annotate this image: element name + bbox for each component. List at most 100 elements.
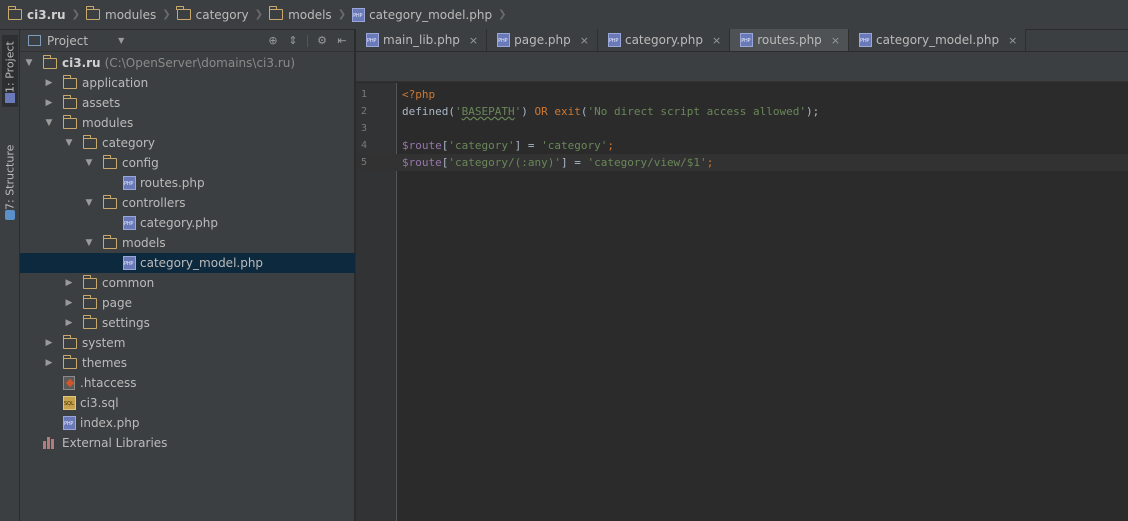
expand-arrow-icon[interactable]: ▼ bbox=[64, 133, 74, 153]
editor-tab[interactable]: routes.php × bbox=[730, 29, 850, 51]
project-panel-header: Project ▼ ⊕ ⇕ ⚙ ⇤ bbox=[20, 30, 354, 52]
editor-tab-label: page.php bbox=[514, 33, 571, 47]
tree-item[interactable]: category.php bbox=[20, 213, 355, 233]
php-file-icon bbox=[123, 216, 136, 230]
line-number: 5 bbox=[360, 157, 367, 168]
chevron-right-icon: ❯ bbox=[337, 9, 347, 20]
tree-item[interactable]: ▼ config bbox=[20, 153, 355, 173]
breadcrumb-item[interactable]: models ❯ bbox=[267, 4, 350, 26]
expand-arrow-icon[interactable]: ▼ bbox=[84, 153, 94, 173]
collapse-arrow-icon[interactable]: ▶ bbox=[64, 313, 74, 333]
folder-icon bbox=[62, 74, 77, 89]
close-icon[interactable]: × bbox=[1008, 34, 1017, 47]
editor-tab-bar: main_lib.php×page.php×category.php×route… bbox=[356, 29, 1128, 52]
tree-item[interactable]: ▼ category bbox=[20, 133, 355, 153]
code-text: <?php bbox=[402, 86, 435, 103]
toolbar-divider bbox=[307, 35, 308, 47]
php-file-icon bbox=[123, 176, 136, 190]
tree-item[interactable]: ▼ models bbox=[20, 233, 355, 253]
project-panel: Project ▼ ⊕ ⇕ ⚙ ⇤ ▼ ci3.ru (C:\OpenServer\… bbox=[20, 30, 355, 521]
hide-icon[interactable]: ⇤ bbox=[336, 35, 348, 47]
tree-item[interactable]: index.php bbox=[20, 413, 355, 433]
collapse-arrow-icon[interactable]: ▶ bbox=[44, 93, 54, 113]
php-file-icon bbox=[859, 33, 873, 47]
collapse-arrow-icon[interactable]: ▶ bbox=[64, 293, 74, 313]
tree-item-label: ci3.sql bbox=[80, 396, 119, 410]
tree-item-path: (C:\OpenServer\domains\ci3.ru) bbox=[104, 56, 296, 70]
tree-item[interactable]: External Libraries bbox=[20, 433, 355, 453]
tree-item-label: index.php bbox=[80, 416, 140, 430]
collapse-arrow-icon[interactable]: ▶ bbox=[44, 333, 54, 353]
project-icon bbox=[5, 93, 15, 103]
editor-tab[interactable]: main_lib.php × bbox=[356, 29, 488, 51]
editor-tab[interactable]: category_model.php × bbox=[849, 29, 1027, 51]
chevron-right-icon: ❯ bbox=[498, 9, 507, 20]
breadcrumb-item[interactable]: ci3.ru ❯ bbox=[6, 4, 84, 26]
collapse-icon[interactable]: ⇕ bbox=[287, 35, 299, 47]
expand-arrow-icon[interactable]: ▼ bbox=[84, 193, 94, 213]
expand-arrow-icon[interactable]: ▼ bbox=[84, 233, 94, 253]
close-icon[interactable]: × bbox=[831, 34, 840, 47]
close-icon[interactable]: × bbox=[712, 34, 721, 47]
htaccess-file-icon bbox=[63, 376, 75, 390]
collapse-arrow-icon[interactable]: ▶ bbox=[64, 273, 74, 293]
tree-item[interactable]: ▼ modules bbox=[20, 113, 355, 133]
editor-tab[interactable]: category.php × bbox=[597, 29, 731, 51]
folder-icon bbox=[102, 234, 117, 249]
tree-item[interactable]: .htaccess bbox=[20, 373, 355, 393]
code-token: $route bbox=[402, 156, 442, 169]
tree-item-label: routes.php bbox=[140, 176, 205, 190]
tree-item-label: External Libraries bbox=[62, 436, 168, 450]
tree-item[interactable]: ▶ common bbox=[20, 273, 355, 293]
chevron-down-icon[interactable]: ▼ bbox=[118, 36, 124, 45]
tree-item[interactable]: ci3.sql bbox=[20, 393, 355, 413]
collapse-arrow-icon[interactable]: ▶ bbox=[44, 73, 54, 93]
breadcrumb-item[interactable]: category_model.php ❯ bbox=[350, 4, 510, 26]
project-view-selector[interactable]: Project bbox=[47, 34, 88, 48]
tree-item[interactable]: ▶ settings bbox=[20, 313, 355, 333]
code-token: $route bbox=[402, 139, 442, 152]
tree-item[interactable]: category_model.php bbox=[20, 253, 355, 273]
code-editor[interactable]: 1 <?php 2 defined('BASEPATH') OR exit('No d… bbox=[356, 83, 1128, 521]
tree-item-label: themes bbox=[82, 356, 128, 370]
collapse-arrow-icon[interactable]: ▶ bbox=[44, 353, 54, 373]
expand-arrow-icon[interactable]: ▼ bbox=[24, 53, 34, 73]
tree-item-label: category_model.php bbox=[140, 256, 264, 270]
close-icon[interactable]: × bbox=[469, 34, 478, 47]
sql-file-icon bbox=[63, 396, 76, 410]
tree-item[interactable]: ▼ controllers bbox=[20, 193, 355, 213]
settings-icon[interactable]: ⚙ bbox=[316, 35, 328, 47]
breadcrumb-label: modules bbox=[105, 7, 157, 22]
tree-item[interactable]: ▶ assets bbox=[20, 93, 355, 113]
close-icon[interactable]: × bbox=[580, 34, 589, 47]
tree-item[interactable]: ▶ system bbox=[20, 333, 355, 353]
folder-icon bbox=[176, 6, 191, 20]
tree-item-label: system bbox=[82, 336, 126, 350]
expand-arrow-icon[interactable]: ▼ bbox=[44, 113, 54, 133]
folder-icon bbox=[102, 154, 117, 169]
code-line: 2 defined('BASEPATH') OR exit('No direct … bbox=[356, 103, 1128, 120]
folder-icon bbox=[82, 134, 97, 149]
folder-icon bbox=[62, 94, 77, 109]
tree-item[interactable]: ▶ page bbox=[20, 293, 355, 313]
breadcrumb-item[interactable]: category ❯ bbox=[175, 4, 267, 26]
tree-item[interactable]: ▶ application bbox=[20, 73, 355, 93]
breadcrumb-item[interactable]: modules ❯ bbox=[84, 4, 175, 26]
folder-icon bbox=[268, 6, 284, 20]
structure-tool-tab[interactable]: 7: Structure bbox=[2, 124, 18, 224]
project-tool-tab[interactable]: 1: Project bbox=[2, 35, 18, 107]
editor-area: main_lib.php×page.php×category.php×route… bbox=[356, 29, 1128, 521]
tree-item-label: assets bbox=[82, 96, 121, 110]
tree-item[interactable]: routes.php bbox=[20, 173, 355, 193]
editor-tab[interactable]: page.php × bbox=[487, 29, 598, 51]
tree-item-label: category.php bbox=[140, 216, 218, 230]
code-token: BASEPATH bbox=[461, 105, 515, 118]
project-tree: ▼ ci3.ru (C:\OpenServer\domains\ci3.ru) ▶ ap… bbox=[20, 53, 355, 453]
code-line: 1 <?php bbox=[356, 86, 1128, 103]
tree-item[interactable]: ▶ themes bbox=[20, 353, 355, 373]
tree-item[interactable]: ▼ ci3.ru (C:\OpenServer\domains\ci3.ru) bbox=[20, 53, 355, 73]
tree-item-label: category bbox=[102, 136, 156, 150]
code-token: ); bbox=[806, 105, 820, 118]
code-lines: 1 <?php 2 defined('BASEPATH') OR exit('No d… bbox=[356, 86, 1128, 171]
locate-icon[interactable]: ⊕ bbox=[267, 35, 279, 47]
